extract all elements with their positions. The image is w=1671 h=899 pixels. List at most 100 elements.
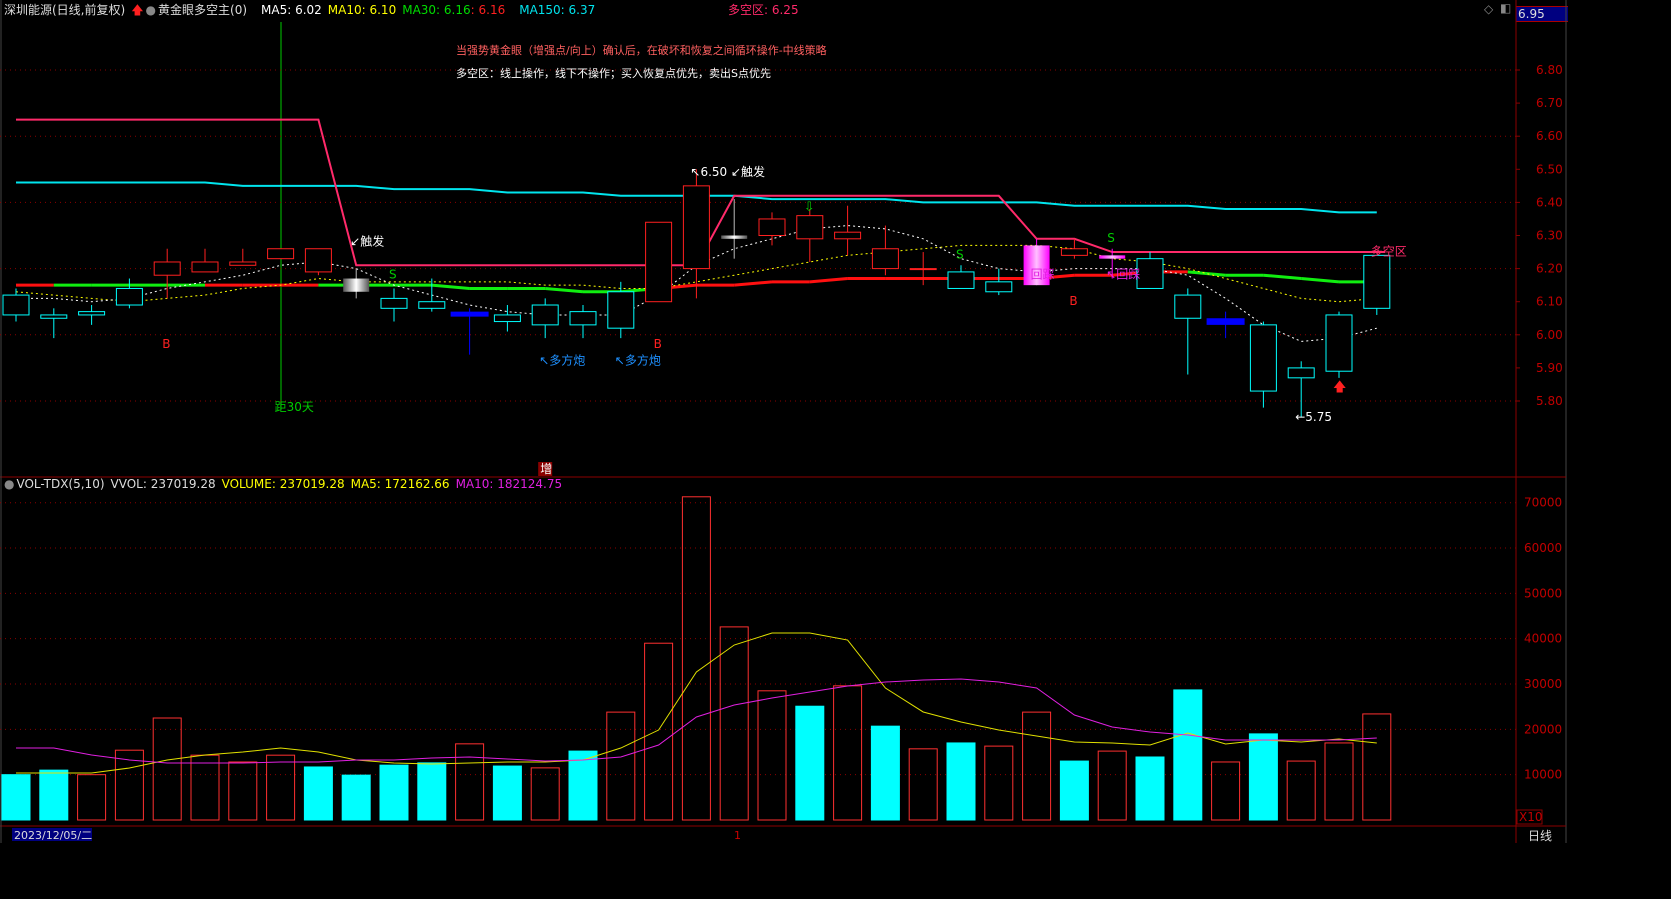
candle	[450, 308, 489, 355]
volume-bar	[77, 774, 107, 821]
volume-bar	[1362, 713, 1392, 821]
annotation-label: S	[956, 248, 964, 262]
annotation-label: 多空区	[1371, 244, 1407, 258]
annotation-label: ↙触发	[350, 233, 384, 248]
candle	[796, 209, 824, 262]
candle-body	[871, 248, 899, 270]
candle	[267, 248, 295, 260]
candle	[418, 278, 446, 312]
price-tick-label: 6.00	[1536, 328, 1563, 342]
price-tick-label: 6.30	[1536, 229, 1563, 243]
volume-tick-label: 20000	[1524, 722, 1562, 736]
volume-bar	[190, 754, 220, 821]
volume-tick-label: 40000	[1524, 632, 1562, 646]
volume-bar	[606, 711, 636, 821]
volume-bar	[984, 745, 1014, 821]
candle	[40, 308, 68, 339]
volume-bar	[1211, 761, 1241, 821]
price-tick-label: 6.10	[1536, 295, 1563, 309]
volume-bar	[266, 754, 296, 821]
candle-body	[1060, 248, 1088, 256]
ma30-line-segment	[1301, 277, 1340, 284]
candle	[229, 248, 257, 266]
annotation-label: B	[654, 337, 662, 351]
candle-body	[1174, 294, 1202, 319]
annotation-label: S	[389, 268, 397, 282]
candle	[1363, 254, 1391, 315]
candle-body	[2, 294, 30, 316]
price-tick-label: 6.20	[1536, 262, 1563, 276]
volume-bar	[908, 748, 938, 821]
price-tick-label: 5.90	[1536, 361, 1563, 375]
candle	[115, 278, 143, 309]
ma30-line-segment	[1187, 270, 1226, 277]
volume-bar	[530, 767, 560, 821]
volume-bar	[1324, 742, 1354, 821]
annotation-label: ←5.75	[1295, 410, 1332, 424]
candle-body	[1136, 258, 1164, 289]
scale-label: X10	[1519, 810, 1543, 824]
candle	[153, 248, 181, 299]
candle-body	[758, 218, 786, 236]
ma30-line-segment	[545, 286, 584, 294]
candle	[645, 221, 673, 303]
candle-body	[796, 215, 824, 240]
price-tick-label: 6.40	[1536, 195, 1563, 209]
candle-body	[115, 287, 143, 306]
candle-body	[1099, 255, 1126, 259]
volume-tick-label: 30000	[1524, 677, 1562, 691]
cursor-marker: 1	[734, 829, 741, 842]
annotation-label: B	[1069, 294, 1077, 308]
candle	[380, 288, 408, 322]
chart-canvas[interactable]: X10 2023/12/05/二 1 日线 6.80 6.70 6.60 6.50 6.…	[0, 0, 1671, 899]
volume-tick-label: 60000	[1524, 541, 1562, 555]
annotation-label: ↖回踩	[1106, 268, 1140, 282]
candle-body	[947, 271, 975, 289]
candle-body	[834, 231, 862, 240]
price-tick-label: 6.80	[1536, 63, 1563, 77]
volume-tick-label: 10000	[1524, 768, 1562, 782]
volume-bar	[1173, 689, 1203, 821]
volume-bar	[455, 743, 485, 821]
candle	[304, 248, 332, 276]
annotation-label: S	[1107, 231, 1115, 245]
volume-bar	[1022, 711, 1052, 821]
candle	[1206, 311, 1245, 339]
candle-body	[450, 311, 489, 317]
candle-body	[1325, 314, 1353, 372]
candle	[909, 252, 937, 286]
down-arrow-icon: ⇩	[804, 200, 815, 215]
volume-bar	[1097, 750, 1127, 821]
candle-body	[191, 261, 219, 273]
candle	[1325, 311, 1353, 378]
candle	[1249, 321, 1277, 408]
annotation-label: B	[162, 337, 170, 351]
ma30-line-segment	[431, 283, 470, 290]
candle	[682, 169, 710, 299]
up-arrow-icon: 🡅	[1333, 380, 1346, 395]
volume-bar	[39, 769, 69, 821]
annotation-label: ↖多方炮	[615, 353, 661, 368]
volume-bar	[795, 705, 825, 821]
candle-body	[267, 248, 295, 260]
volume-bar	[644, 642, 674, 821]
ma30-line-segment	[734, 280, 773, 287]
candle-body	[78, 311, 106, 316]
volume-bar	[1059, 760, 1089, 821]
candle	[985, 268, 1013, 296]
price-tick-label: 6.50	[1536, 162, 1563, 176]
volume-bar	[719, 626, 749, 821]
period-label[interactable]: 日线	[1528, 829, 1552, 843]
price-tick-label: 6.70	[1536, 96, 1563, 110]
candle-body	[645, 221, 673, 303]
candle-body	[607, 291, 635, 329]
volume-ma5-line	[16, 632, 1377, 774]
volume-bar	[1, 774, 31, 821]
annotation-label: 增	[540, 462, 552, 476]
candle-body	[418, 301, 446, 309]
volume-bar	[341, 774, 371, 821]
candle-body	[682, 185, 710, 270]
candle-body	[1249, 324, 1277, 392]
volume-tick-label: 50000	[1524, 586, 1562, 600]
candle	[531, 298, 559, 339]
